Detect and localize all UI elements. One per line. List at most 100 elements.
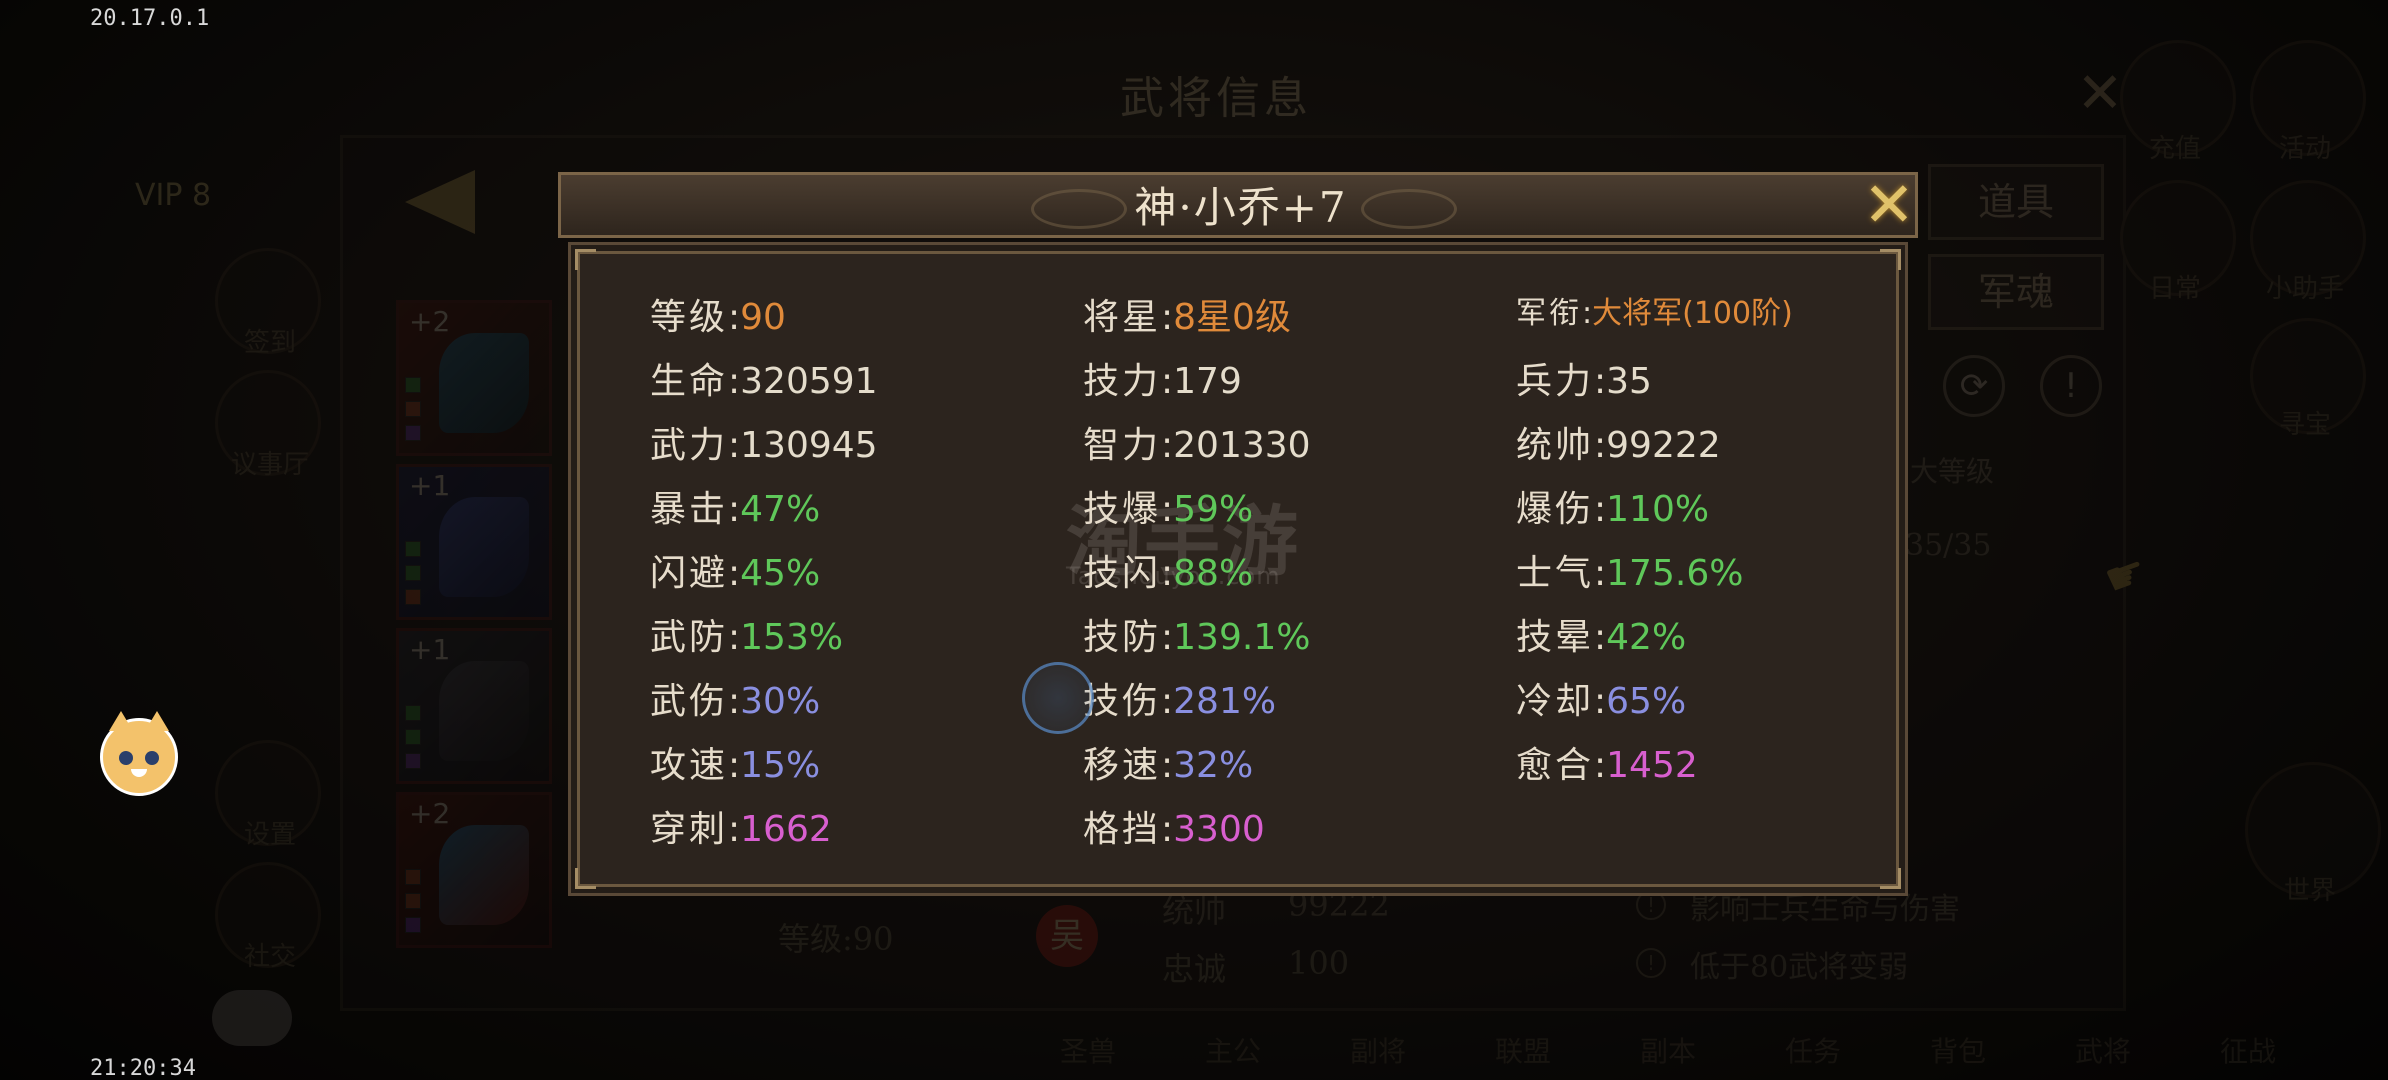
stat-label: 将星 [1083,297,1162,338]
stat-1-1: 技力:179 [1083,352,1242,404]
stat-separator: : [1161,425,1174,466]
stat-7-2: 愈合:1452 [1516,736,1698,788]
stat-separator: : [728,617,741,658]
stat-separator: : [1161,361,1174,402]
stat-0-2: 军衔:大将军(100阶) [1516,288,1793,332]
stat-label: 冷却 [1516,681,1595,722]
frame-corner [575,249,596,270]
stat-separator: : [1582,296,1593,331]
stat-separator: : [1161,617,1174,658]
cat-ear-icon [145,711,169,731]
stat-value: 47% [740,489,821,530]
stat-value: 35 [1606,361,1652,402]
stat-label: 格挡 [1083,809,1162,850]
cat-mouth-icon [131,769,147,777]
stat-value: 59% [1173,489,1254,530]
stat-label: 武防 [650,617,729,658]
cat-ear-icon [109,711,133,731]
stat-value: 201330 [1173,425,1311,466]
stat-1-2: 兵力:35 [1516,352,1652,404]
stat-separator: : [728,809,741,850]
dialog-title: 神·小乔+7 [1134,183,1348,232]
stat-value: 179 [1173,361,1242,402]
frame-corner [1880,868,1901,889]
stat-1-0: 生命:320591 [650,352,878,404]
stat-7-1: 移速:32% [1083,736,1253,788]
stat-value: 8星0级 [1173,297,1291,338]
stat-4-2: 士气:175.6% [1516,544,1743,596]
stat-4-1: 技闪:88% [1083,544,1253,596]
stat-separator: : [1594,425,1607,466]
stat-separator: : [728,489,741,530]
frame-corner [1880,249,1901,270]
stat-2-0: 武力:130945 [650,416,878,468]
stat-value: 1662 [740,809,832,850]
stat-value: 175.6% [1606,553,1744,594]
stat-6-0: 武伤:30% [650,672,820,724]
stat-value: 15% [740,745,821,786]
stat-value: 30% [740,681,821,722]
stat-3-0: 暴击:47% [650,480,820,532]
stat-separator: : [1594,489,1607,530]
chat-bubble-icon[interactable] [212,990,292,1046]
stat-label: 等级 [650,297,729,338]
stat-label: 爆伤 [1516,489,1595,530]
stat-label: 技晕 [1516,617,1595,658]
stat-separator: : [1161,809,1174,850]
stat-separator: : [728,297,741,338]
stat-5-0: 武防:153% [650,608,843,660]
stat-label: 技闪 [1083,553,1162,594]
cat-eye-icon [145,751,159,765]
touch-indicator [1022,662,1094,734]
stat-value: 32% [1173,745,1254,786]
stat-label: 暴击 [650,489,729,530]
stat-value: 45% [740,553,821,594]
stat-value: 130945 [740,425,878,466]
close-icon[interactable]: ✕ [1858,174,1920,236]
stat-2-2: 统帅:99222 [1516,416,1721,468]
game-scene: 武将信息 ✕ VIP 8 道具 军魂 ⟳ ! 大等级 35/35 +2 +1 +… [0,0,2388,1080]
stat-separator: : [1161,297,1174,338]
stat-label: 闪避 [650,553,729,594]
stat-separator: : [1161,681,1174,722]
stat-separator: : [1161,553,1174,594]
dialog-header: 神·小乔+7 [558,172,1918,238]
stat-separator: : [728,681,741,722]
cat-assistant-avatar[interactable] [100,711,178,796]
stat-label: 士气 [1516,553,1595,594]
stat-label: 技伤 [1083,681,1162,722]
cat-eye-icon [119,751,133,765]
stat-value: 3300 [1173,809,1265,850]
stat-separator: : [1594,617,1607,658]
stat-label: 移速 [1083,745,1162,786]
stat-separator: : [728,745,741,786]
stat-value: 153% [740,617,844,658]
stat-label: 武伤 [650,681,729,722]
stat-separator: : [1594,553,1607,594]
stat-value: 65% [1606,681,1687,722]
stat-8-0: 穿刺:1662 [650,800,832,852]
stat-value: 99222 [1606,425,1721,466]
stat-value: 42% [1606,617,1687,658]
stat-value: 大将军(100阶) [1592,296,1793,331]
stat-2-1: 智力:201330 [1083,416,1311,468]
stat-label: 技防 [1083,617,1162,658]
stat-value: 139.1% [1173,617,1311,658]
stat-4-0: 闪避:45% [650,544,820,596]
stat-separator: : [1161,489,1174,530]
stat-separator: : [1594,361,1607,402]
stat-7-0: 攻速:15% [650,736,820,788]
clock-label: 21:20:34 [90,1056,196,1080]
stat-separator: : [728,361,741,402]
stat-value: 88% [1173,553,1254,594]
stat-value: 90 [740,297,786,338]
stat-5-1: 技防:139.1% [1083,608,1310,660]
frame-corner [575,868,596,889]
stat-value: 110% [1606,489,1710,530]
stat-value: 320591 [740,361,878,402]
stat-label: 愈合 [1516,745,1595,786]
stat-value: 281% [1173,681,1277,722]
stat-label: 技爆 [1083,489,1162,530]
stat-0-0: 等级:90 [650,288,786,340]
stat-label: 技力 [1083,361,1162,402]
